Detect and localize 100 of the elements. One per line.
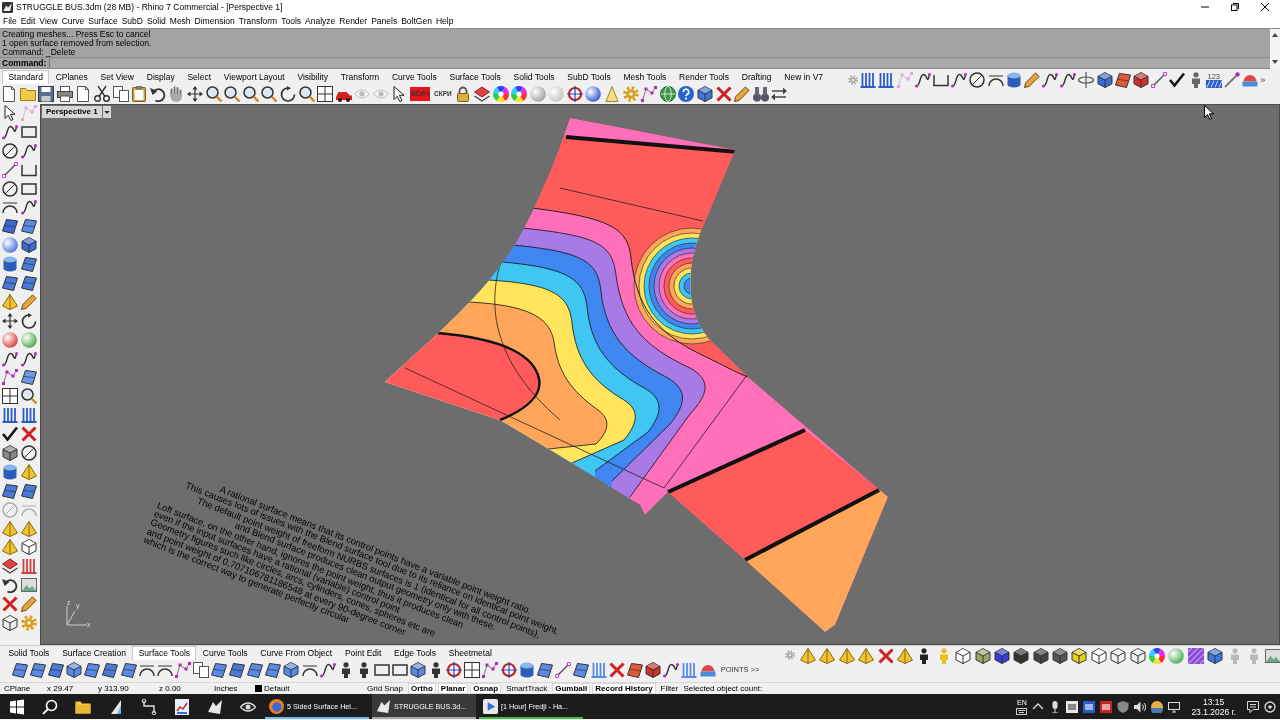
toolbar-tab[interactable]: Point Edit xyxy=(338,646,388,660)
cube-icon[interactable] xyxy=(1207,648,1224,664)
toolbar-tab[interactable]: Curve Tools xyxy=(385,70,444,84)
surface-patch-icon[interactable] xyxy=(120,661,137,678)
crosshair-icon[interactable] xyxy=(446,661,463,678)
cube-icon[interactable] xyxy=(1032,648,1049,664)
color-wheel-icon[interactable] xyxy=(511,85,528,102)
toolbar-tab[interactable]: SubD Tools xyxy=(560,70,618,84)
magnifier-icon[interactable] xyxy=(242,85,259,102)
pyramid-icon[interactable] xyxy=(21,463,37,480)
surface-patch-icon[interactable] xyxy=(21,218,37,235)
color-wheel-icon[interactable] xyxy=(1149,648,1166,664)
sphere-icon[interactable] xyxy=(585,85,602,102)
tile-icon[interactable] xyxy=(1083,700,1096,713)
circle-icon[interactable] xyxy=(969,72,986,88)
toolbar-tab[interactable]: Display xyxy=(140,70,182,84)
menu-item[interactable]: Dimension xyxy=(192,16,237,26)
minimize-icon[interactable] xyxy=(1201,3,1209,11)
rectangle-icon[interactable] xyxy=(21,123,37,140)
comb-icon[interactable] xyxy=(21,558,37,575)
toolbar-tab[interactable]: Solid Tools xyxy=(2,646,56,660)
pages-icon[interactable] xyxy=(112,85,129,102)
speaker-icon[interactable] xyxy=(1134,700,1147,713)
toolbar-tab[interactable]: CPlanes xyxy=(49,70,95,84)
rectangle-icon[interactable] xyxy=(21,180,37,197)
scissors-icon[interactable] xyxy=(93,85,110,102)
document-icon[interactable] xyxy=(1,85,17,102)
surface-patch-icon[interactable] xyxy=(2,482,18,499)
crosshair-icon[interactable] xyxy=(566,85,583,102)
menu-item[interactable]: SubD xyxy=(119,16,145,26)
windows-logo-icon[interactable] xyxy=(8,698,25,715)
scroll-down-icon[interactable] xyxy=(1272,60,1278,64)
curve-icon[interactable] xyxy=(2,350,18,367)
picture-icon[interactable] xyxy=(1265,648,1280,664)
mountain-icon[interactable] xyxy=(206,698,223,715)
status-toggle[interactable]: Filter xyxy=(657,683,682,694)
status-toggle[interactable]: Grid Snap xyxy=(364,683,407,694)
axis-icon[interactable] xyxy=(1078,72,1095,88)
surface-patch-icon[interactable] xyxy=(247,661,264,678)
cube-icon[interactable] xyxy=(1013,648,1030,664)
toolbar-tab[interactable]: Transform xyxy=(334,70,386,84)
pencil-icon[interactable] xyxy=(21,596,37,613)
curve-icon[interactable] xyxy=(663,661,680,678)
comb-icon[interactable] xyxy=(878,72,895,88)
monitor-icon[interactable] xyxy=(1168,700,1181,713)
triangle-icon[interactable] xyxy=(604,85,621,102)
notification-icon[interactable] xyxy=(1247,700,1259,713)
crosshair-icon[interactable] xyxy=(500,661,517,678)
caret-icon[interactable] xyxy=(102,106,111,118)
magnifier-icon[interactable] xyxy=(205,85,222,102)
control-points-icon[interactable] xyxy=(482,661,499,678)
layers-icon[interactable] xyxy=(473,85,490,102)
cube-icon[interactable] xyxy=(974,648,991,664)
tile-icon[interactable] xyxy=(1100,700,1113,713)
window-grid-icon[interactable] xyxy=(2,388,18,405)
close-icon[interactable] xyxy=(1261,3,1269,11)
menu-item[interactable]: Panels xyxy=(369,16,400,26)
surface-patch-icon[interactable] xyxy=(30,661,47,678)
rotate-arrow-icon[interactable] xyxy=(279,85,296,102)
surface-patch-icon[interactable] xyxy=(102,661,119,678)
curve-icon[interactable] xyxy=(21,142,37,159)
pencil-icon[interactable] xyxy=(734,85,751,102)
surface-patch-icon[interactable] xyxy=(2,218,18,235)
bracket-icon[interactable] xyxy=(932,72,949,88)
help-icon[interactable] xyxy=(678,85,695,102)
pages-icon[interactable] xyxy=(192,661,209,678)
surface-patch-icon[interactable] xyxy=(84,661,101,678)
magnifier-icon[interactable] xyxy=(261,85,278,102)
toolbar-tab[interactable]: Render Tools xyxy=(672,70,736,84)
curve-icon[interactable] xyxy=(1060,72,1077,88)
surface-patch-icon[interactable] xyxy=(12,661,28,678)
sphere-icon[interactable] xyxy=(2,331,18,348)
surface-patch-icon[interactable] xyxy=(572,661,589,678)
cross-mark-icon[interactable] xyxy=(609,661,626,678)
texture-icon[interactable] xyxy=(1187,648,1204,664)
cube-icon[interactable] xyxy=(1090,648,1107,664)
pyramid-icon[interactable] xyxy=(21,520,37,537)
surface-patch-icon[interactable] xyxy=(536,661,553,678)
curve-icon[interactable] xyxy=(914,72,931,88)
pyramid-icon[interactable] xyxy=(896,648,913,664)
rectangle-icon[interactable] xyxy=(391,661,408,678)
swap-arrows-icon[interactable] xyxy=(771,85,788,102)
cube-icon[interactable] xyxy=(21,539,37,556)
shield-icon[interactable] xyxy=(1117,700,1130,713)
search-icon[interactable] xyxy=(41,698,58,715)
rectangle-icon[interactable] xyxy=(373,661,390,678)
clock-date[interactable]: 23.1.2026 г. xyxy=(1191,706,1236,717)
pyramid-icon[interactable] xyxy=(838,648,855,664)
toolbar-tab[interactable]: Surface Creation xyxy=(55,646,133,660)
curve-icon[interactable] xyxy=(21,350,37,367)
surface-patch-icon[interactable] xyxy=(21,482,37,499)
document-icon[interactable] xyxy=(75,85,92,102)
toolbar-tab[interactable]: Set View xyxy=(94,70,141,84)
clock-time[interactable]: 13:15 xyxy=(1203,696,1225,707)
menu-item[interactable]: Tools xyxy=(279,16,303,26)
status-toggle[interactable]: SmartTrack xyxy=(503,683,551,694)
overflow-button[interactable]: » xyxy=(1260,75,1266,85)
cube-icon[interactable] xyxy=(1129,648,1146,664)
menu-item[interactable]: Analyze xyxy=(303,16,338,26)
toolbar-tab[interactable]: Drafting xyxy=(735,70,778,84)
